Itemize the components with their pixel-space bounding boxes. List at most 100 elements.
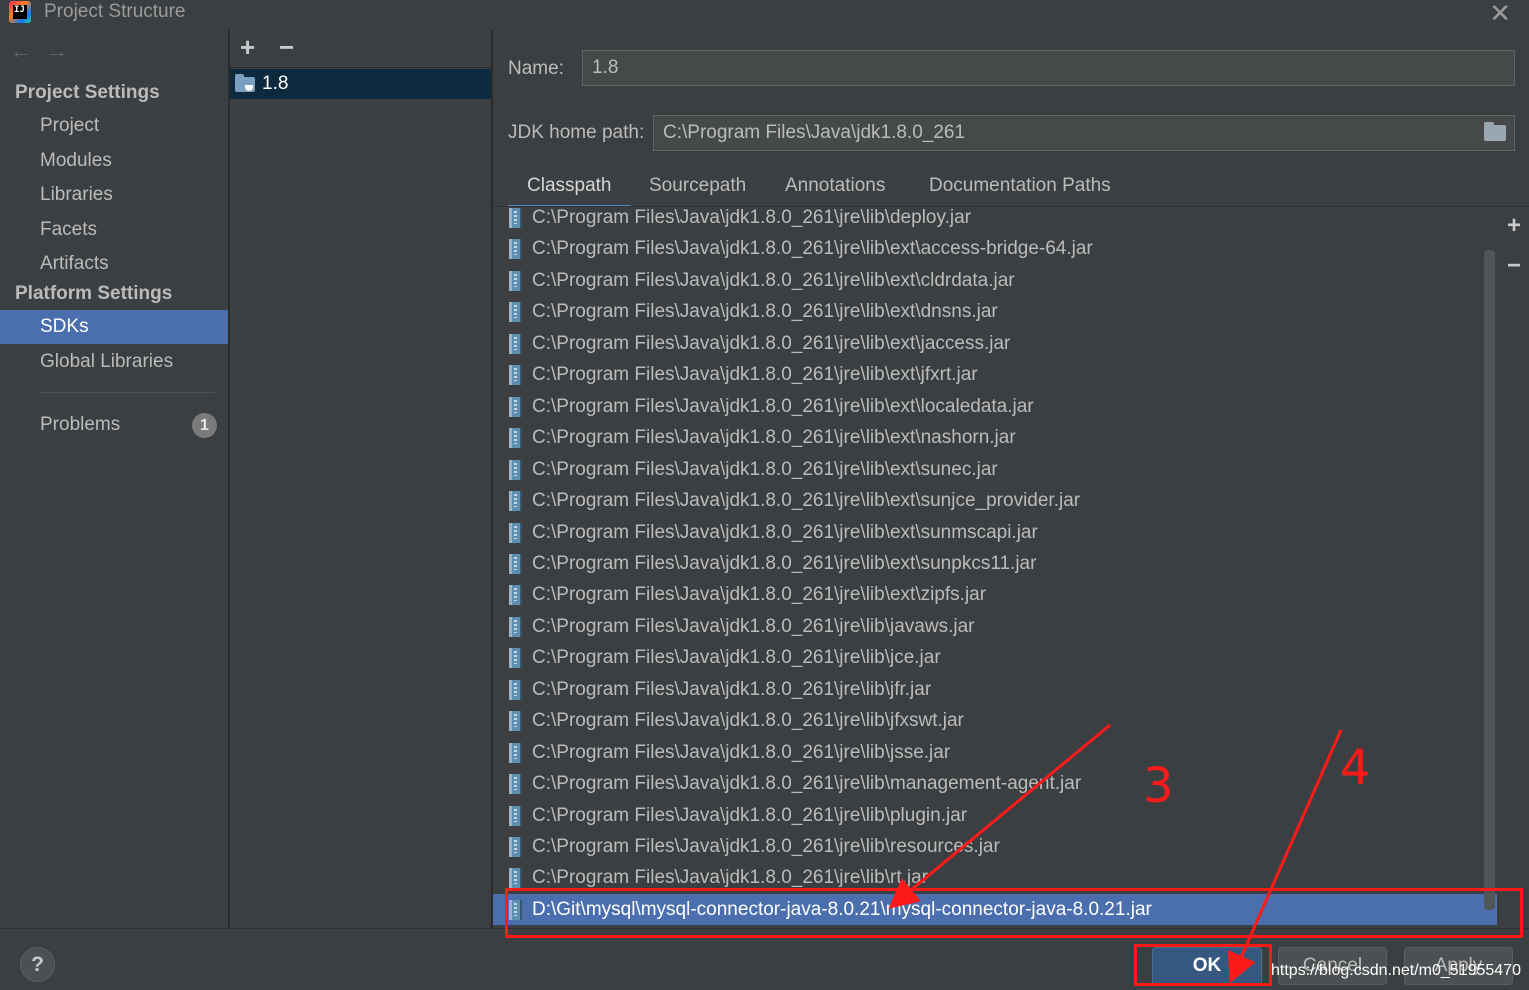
name-field[interactable]: 1.8	[582, 50, 1515, 86]
jdk-folder-icon	[235, 74, 255, 92]
nav-item-libraries[interactable]: Libraries	[0, 178, 228, 212]
jdk-home-label: JDK home path:	[508, 122, 645, 143]
annotation-step-3: 3	[1143, 758, 1174, 814]
nav-item-problems[interactable]: Problems 1	[0, 408, 228, 442]
app-icon-text: IJ	[14, 5, 25, 15]
jar-file-icon	[509, 302, 522, 322]
classpath-row[interactable]: C:\Program Files\Java\jdk1.8.0_261\jre\l…	[493, 422, 1497, 453]
tab-classpath[interactable]: Classpath	[508, 168, 631, 208]
jar-file-icon	[509, 680, 522, 700]
classpath-path: C:\Program Files\Java\jdk1.8.0_261\jre\l…	[532, 396, 1034, 417]
classpath-row[interactable]: C:\Program Files\Java\jdk1.8.0_261\jre\l…	[493, 391, 1497, 422]
jar-file-icon	[509, 334, 522, 354]
settings-nav: ←→ Project Settings Project Modules Libr…	[0, 30, 228, 928]
classpath-row[interactable]: C:\Program Files\Java\jdk1.8.0_261\jre\l…	[493, 579, 1497, 610]
classpath-row[interactable]: C:\Program Files\Java\jdk1.8.0_261\jre\l…	[493, 800, 1497, 831]
jar-file-icon	[509, 868, 522, 888]
classpath-row[interactable]: C:\Program Files\Java\jdk1.8.0_261\jre\l…	[493, 296, 1497, 327]
classpath-scrollbar[interactable]	[1484, 250, 1495, 910]
nav-item-global-libraries[interactable]: Global Libraries	[0, 345, 228, 379]
classpath-path: C:\Program Files\Java\jdk1.8.0_261\jre\l…	[532, 647, 941, 668]
remove-path-button[interactable]: −	[1507, 252, 1521, 280]
classpath-path: C:\Program Files\Java\jdk1.8.0_261\jre\l…	[532, 710, 964, 731]
classpath-path: C:\Program Files\Java\jdk1.8.0_261\jre\l…	[532, 207, 971, 228]
classpath-path: C:\Program Files\Java\jdk1.8.0_261\jre\l…	[532, 867, 928, 888]
jar-file-icon	[509, 837, 522, 857]
annotation-highlight-jar	[505, 888, 1523, 938]
sdk-item-label: 1.8	[262, 73, 289, 94]
jar-file-icon	[509, 460, 522, 480]
classpath-path: C:\Program Files\Java\jdk1.8.0_261\jre\l…	[532, 679, 932, 700]
nav-item-artifacts[interactable]: Artifacts	[0, 247, 228, 281]
watermark-url: https://blog.csdn.net/m0_51955470	[1271, 962, 1521, 979]
classpath-path: C:\Program Files\Java\jdk1.8.0_261\jre\l…	[532, 427, 1016, 448]
classpath-row[interactable]: C:\Program Files\Java\jdk1.8.0_261\jre\l…	[493, 328, 1497, 359]
jar-file-icon	[509, 774, 522, 794]
problems-label: Problems	[40, 414, 121, 435]
jar-file-icon	[509, 365, 522, 385]
name-label: Name:	[508, 58, 564, 79]
tab-annotations[interactable]: Annotations	[766, 168, 904, 208]
back-arrow-icon[interactable]: ←	[10, 38, 46, 63]
nav-divider	[40, 392, 215, 393]
add-path-button[interactable]: +	[1507, 212, 1521, 240]
jar-file-icon	[509, 743, 522, 763]
classpath-row[interactable]: C:\Program Files\Java\jdk1.8.0_261\jre\l…	[493, 611, 1497, 642]
classpath-list: C:\Program Files\Java\jdk1.8.0_261\jre\l…	[493, 207, 1497, 928]
help-button[interactable]: ?	[20, 947, 55, 982]
history-arrows: ←→	[10, 38, 82, 64]
sdk-detail-panel: Name: 1.8 JDK home path: C:\Program File…	[493, 30, 1529, 928]
tab-sourcepath[interactable]: Sourcepath	[630, 168, 765, 208]
classpath-row[interactable]: C:\Program Files\Java\jdk1.8.0_261\jre\l…	[493, 674, 1497, 705]
classpath-row[interactable]: C:\Program Files\Java\jdk1.8.0_261\jre\l…	[493, 454, 1497, 485]
nav-item-facets[interactable]: Facets	[0, 213, 228, 247]
sdk-item-1-8[interactable]: 1.8	[230, 69, 491, 99]
platform-settings-header: Platform Settings	[15, 283, 173, 304]
forward-arrow-icon[interactable]: →	[46, 38, 82, 63]
jar-file-icon	[509, 617, 522, 637]
nav-item-sdks[interactable]: SDKs	[0, 310, 228, 344]
project-settings-header: Project Settings	[15, 82, 160, 103]
classpath-path: C:\Program Files\Java\jdk1.8.0_261\jre\l…	[532, 301, 998, 322]
nav-item-modules[interactable]: Modules	[0, 144, 228, 178]
jar-file-icon	[509, 428, 522, 448]
classpath-row[interactable]: C:\Program Files\Java\jdk1.8.0_261\jre\l…	[493, 517, 1497, 548]
browse-folder-icon[interactable]	[1484, 122, 1506, 141]
classpath-path: C:\Program Files\Java\jdk1.8.0_261\jre\l…	[532, 364, 978, 385]
jar-file-icon	[509, 271, 522, 291]
jar-file-icon	[509, 585, 522, 605]
jar-file-icon	[509, 648, 522, 668]
jar-file-icon	[509, 806, 522, 826]
classpath-path: C:\Program Files\Java\jdk1.8.0_261\jre\l…	[532, 238, 1093, 259]
classpath-path: C:\Program Files\Java\jdk1.8.0_261\jre\l…	[532, 773, 1082, 794]
classpath-row[interactable]: C:\Program Files\Java\jdk1.8.0_261\jre\l…	[493, 548, 1497, 579]
jar-file-icon	[509, 711, 522, 731]
nav-item-project[interactable]: Project	[0, 109, 228, 143]
add-sdk-button[interactable]: +	[240, 32, 255, 63]
classpath-row[interactable]: C:\Program Files\Java\jdk1.8.0_261\jre\l…	[493, 265, 1497, 296]
classpath-path: C:\Program Files\Java\jdk1.8.0_261\jre\l…	[532, 490, 1081, 511]
tab-documentation-paths[interactable]: Documentation Paths	[910, 168, 1130, 208]
jdk-home-field[interactable]: C:\Program Files\Java\jdk1.8.0_261	[653, 115, 1515, 151]
jar-file-icon	[509, 523, 522, 543]
classpath-row[interactable]: C:\Program Files\Java\jdk1.8.0_261\jre\l…	[493, 207, 1497, 233]
classpath-row[interactable]: C:\Program Files\Java\jdk1.8.0_261\jre\l…	[493, 705, 1497, 736]
classpath-row[interactable]: C:\Program Files\Java\jdk1.8.0_261\jre\l…	[493, 642, 1497, 673]
sdk-list-panel: + − 1.8	[230, 30, 491, 928]
annotation-highlight-ok	[1134, 944, 1272, 986]
classpath-row[interactable]: C:\Program Files\Java\jdk1.8.0_261\jre\l…	[493, 359, 1497, 390]
sdk-list-toolbar: + −	[230, 30, 491, 68]
jar-file-icon	[509, 491, 522, 511]
title-bar: IJ Project Structure ✕	[0, 0, 1529, 29]
classpath-path: C:\Program Files\Java\jdk1.8.0_261\jre\l…	[532, 584, 987, 605]
close-icon[interactable]: ✕	[1489, 0, 1511, 29]
classpath-row[interactable]: C:\Program Files\Java\jdk1.8.0_261\jre\l…	[493, 233, 1497, 264]
classpath-path: C:\Program Files\Java\jdk1.8.0_261\jre\l…	[532, 333, 1011, 354]
classpath-row[interactable]: C:\Program Files\Java\jdk1.8.0_261\jre\l…	[493, 831, 1497, 862]
jar-file-icon	[509, 397, 522, 417]
classpath-path: C:\Program Files\Java\jdk1.8.0_261\jre\l…	[532, 742, 951, 763]
remove-sdk-button[interactable]: −	[279, 32, 294, 63]
classpath-path: C:\Program Files\Java\jdk1.8.0_261\jre\l…	[532, 553, 1037, 574]
classpath-row[interactable]: C:\Program Files\Java\jdk1.8.0_261\jre\l…	[493, 485, 1497, 516]
classpath-path: C:\Program Files\Java\jdk1.8.0_261\jre\l…	[532, 522, 1038, 543]
